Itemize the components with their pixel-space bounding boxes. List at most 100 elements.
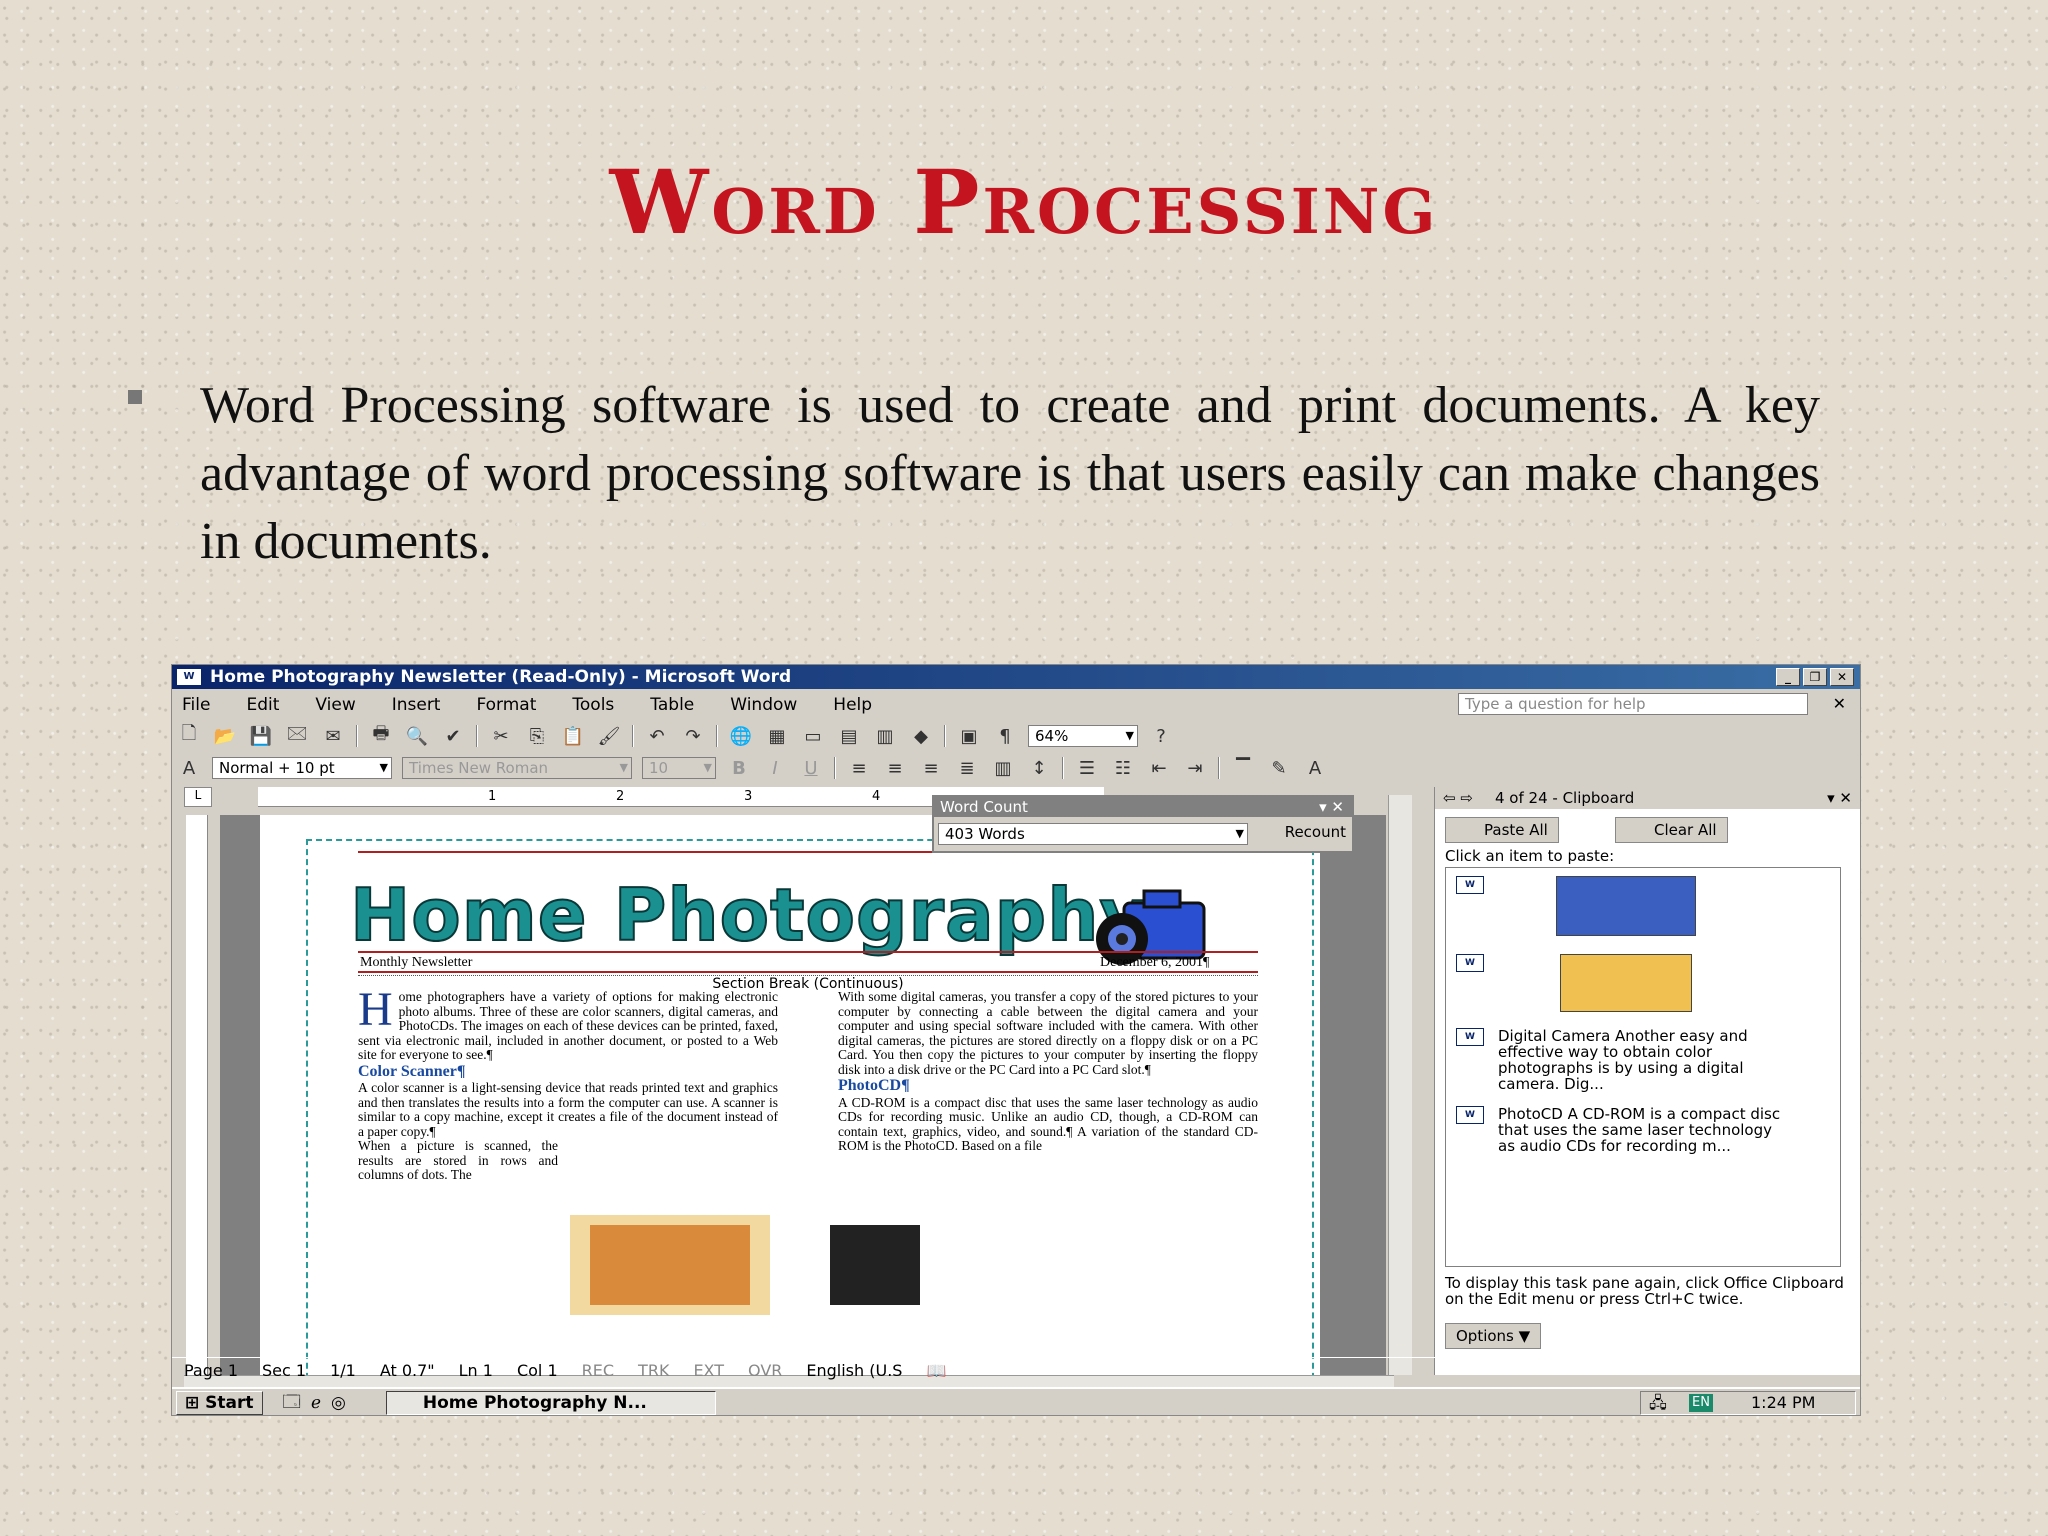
language-indicator[interactable]: EN <box>1689 1394 1713 1412</box>
status-ext[interactable]: EXT <box>681 1361 736 1380</box>
menu-tools[interactable]: Tools <box>572 695 614 715</box>
clock[interactable]: 1:24 PM <box>1751 1393 1815 1412</box>
close-button[interactable]: ✕ <box>1830 668 1854 686</box>
help-search-input[interactable]: Type a question for help <box>1458 693 1808 715</box>
menu-view[interactable]: View <box>315 695 355 715</box>
taskbar-word-task[interactable]: Home Photography N... <box>385 1391 716 1415</box>
permission-icon[interactable]: 🖂 <box>284 723 310 748</box>
ruler-number: 2 <box>616 789 625 804</box>
status-trk[interactable]: TRK <box>626 1361 681 1380</box>
options-button[interactable]: Options ▼ <box>1445 1323 1542 1349</box>
undo-icon[interactable]: ↶ <box>644 724 670 748</box>
status-page: Page 1 <box>184 1361 238 1380</box>
window-titlebar[interactable]: W Home Photography Newsletter (Read-Only… <box>172 665 1860 689</box>
menu-window[interactable]: Window <box>730 695 797 715</box>
network-icon[interactable]: 🖧 <box>1649 1392 1667 1414</box>
status-rec[interactable]: REC <box>570 1361 626 1380</box>
format-painter-icon[interactable]: 🖌 <box>596 724 622 748</box>
paste-icon[interactable]: 📋 <box>560 724 586 748</box>
status-ovr[interactable]: OVR <box>736 1361 794 1380</box>
word-count-select[interactable]: 403 Words ▼ <box>938 823 1248 845</box>
status-language[interactable]: English (U.S <box>794 1361 914 1380</box>
zoom-select[interactable]: 64% ▼ <box>1028 725 1138 747</box>
close-icon[interactable]: ▾ ✕ <box>1319 797 1344 817</box>
insert-excel-icon[interactable]: ▤ <box>836 724 862 748</box>
document-page[interactable]: Home Photography Monthly Newsletter Dece… <box>260 815 1320 1375</box>
decrease-indent-icon[interactable]: ⇤ <box>1146 756 1172 780</box>
print-icon[interactable]: 🖶 <box>368 723 394 748</box>
justify-icon[interactable]: ≣ <box>954 756 980 780</box>
hyperlink-icon[interactable]: 🌐 <box>728 724 754 748</box>
cut-icon[interactable]: ✂ <box>488 724 514 748</box>
show-desktop-icon[interactable]: 🗔 <box>283 1389 301 1416</box>
spelling-status-icon[interactable]: 📖 <box>914 1361 958 1380</box>
masthead-rule <box>358 951 1258 953</box>
align-center-icon[interactable]: ≡ <box>882 756 908 780</box>
tables-borders-icon[interactable]: ▦ <box>764 724 790 748</box>
numbering-icon[interactable]: ☰ <box>1074 756 1100 780</box>
document-map-icon[interactable]: ▣ <box>956 724 982 748</box>
menu-file[interactable]: File <box>182 695 210 715</box>
save-icon[interactable]: 💾 <box>248 724 274 748</box>
print-preview-icon[interactable]: 🔍 <box>404 724 430 748</box>
menu-table[interactable]: Table <box>650 695 694 715</box>
word-count-title[interactable]: Word Count ▾ ✕ <box>934 797 1352 817</box>
clip-item-photocd-image[interactable] <box>1560 954 1692 1012</box>
toolbar-separator <box>1062 757 1064 779</box>
ruler-number: 1 <box>488 789 497 804</box>
underline-icon[interactable]: U <box>798 756 824 780</box>
insert-table-icon[interactable]: ▭ <box>800 724 826 748</box>
bold-icon[interactable]: B <box>726 756 752 780</box>
styles-icon[interactable]: A <box>176 756 202 780</box>
align-left-icon[interactable]: ≡ <box>846 756 872 780</box>
bullets-icon[interactable]: ☷ <box>1110 756 1136 780</box>
close-icon[interactable]: ✕ <box>1833 694 1846 713</box>
highlight-icon[interactable]: ✎ <box>1266 756 1292 780</box>
minimize-button[interactable]: _ <box>1776 668 1800 686</box>
restore-button[interactable]: ❐ <box>1803 668 1827 686</box>
show-hide-icon[interactable]: ¶ <box>992 724 1018 748</box>
distributed-icon[interactable]: ▥ <box>990 756 1016 780</box>
help-icon[interactable]: ? <box>1148 724 1174 748</box>
word-app-icon: W <box>176 668 202 686</box>
drawing-icon[interactable]: ◆ <box>908 724 934 748</box>
columns-icon[interactable]: ▥ <box>872 724 898 748</box>
new-document-icon[interactable]: 🗋 <box>176 723 202 748</box>
spelling-icon[interactable]: ✔ <box>440 724 466 748</box>
start-button[interactable]: ⊞ Start <box>176 1391 263 1415</box>
clear-all-button[interactable]: Clear All <box>1615 817 1728 843</box>
line-spacing-icon[interactable]: ↕ <box>1026 756 1052 780</box>
recount-button[interactable]: Recount <box>1285 823 1346 841</box>
clip-item-text[interactable]: W PhotoCD A CD-ROM is a compact disc tha… <box>1452 1106 1792 1154</box>
redo-icon[interactable]: ↷ <box>680 724 706 748</box>
copy-icon[interactable]: ⎘ <box>524 724 550 748</box>
clip-item-text[interactable]: W Digital Camera Another easy and effect… <box>1452 1028 1792 1092</box>
font-color-icon[interactable]: A <box>1302 756 1328 780</box>
chevron-down-icon: ▼ <box>1235 827 1244 840</box>
menu-format[interactable]: Format <box>476 695 536 715</box>
menu-edit[interactable]: Edit <box>246 695 279 715</box>
word-doc-icon: W <box>1456 876 1484 894</box>
increase-indent-icon[interactable]: ⇥ <box>1182 756 1208 780</box>
menu-insert[interactable]: Insert <box>392 695 441 715</box>
document-area[interactable]: Home Photography Monthly Newsletter Dece… <box>220 815 1386 1375</box>
internet-explorer-icon[interactable]: ℯ <box>311 1393 321 1413</box>
email-icon[interactable]: ✉ <box>320 724 346 748</box>
tab-selector[interactable]: L <box>184 787 212 807</box>
align-right-icon[interactable]: ≡ <box>918 756 944 780</box>
close-icon[interactable]: ▾ ✕ <box>1827 787 1852 809</box>
back-arrow-icon[interactable]: ⇦ ⇨ <box>1443 787 1473 809</box>
paste-all-button[interactable]: Paste All <box>1445 817 1559 843</box>
system-tray: 🖧 EN 1:24 PM <box>1640 1391 1856 1415</box>
open-folder-icon[interactable]: 📂 <box>212 724 238 748</box>
vertical-scrollbar[interactable] <box>1388 795 1412 1375</box>
borders-icon[interactable]: ▔ <box>1230 756 1256 780</box>
italic-icon[interactable]: I <box>762 756 788 780</box>
font-size-select[interactable]: 10 ▼ <box>642 757 716 779</box>
quick-launch-icon[interactable]: ◎ <box>331 1393 346 1413</box>
clip-item-camera-image[interactable] <box>1556 876 1696 936</box>
vertical-ruler[interactable] <box>186 815 208 1375</box>
menu-help[interactable]: Help <box>833 695 872 715</box>
font-select[interactable]: Times New Roman ▼ <box>402 757 632 779</box>
style-select[interactable]: Normal + 10 pt ▼ <box>212 757 392 779</box>
